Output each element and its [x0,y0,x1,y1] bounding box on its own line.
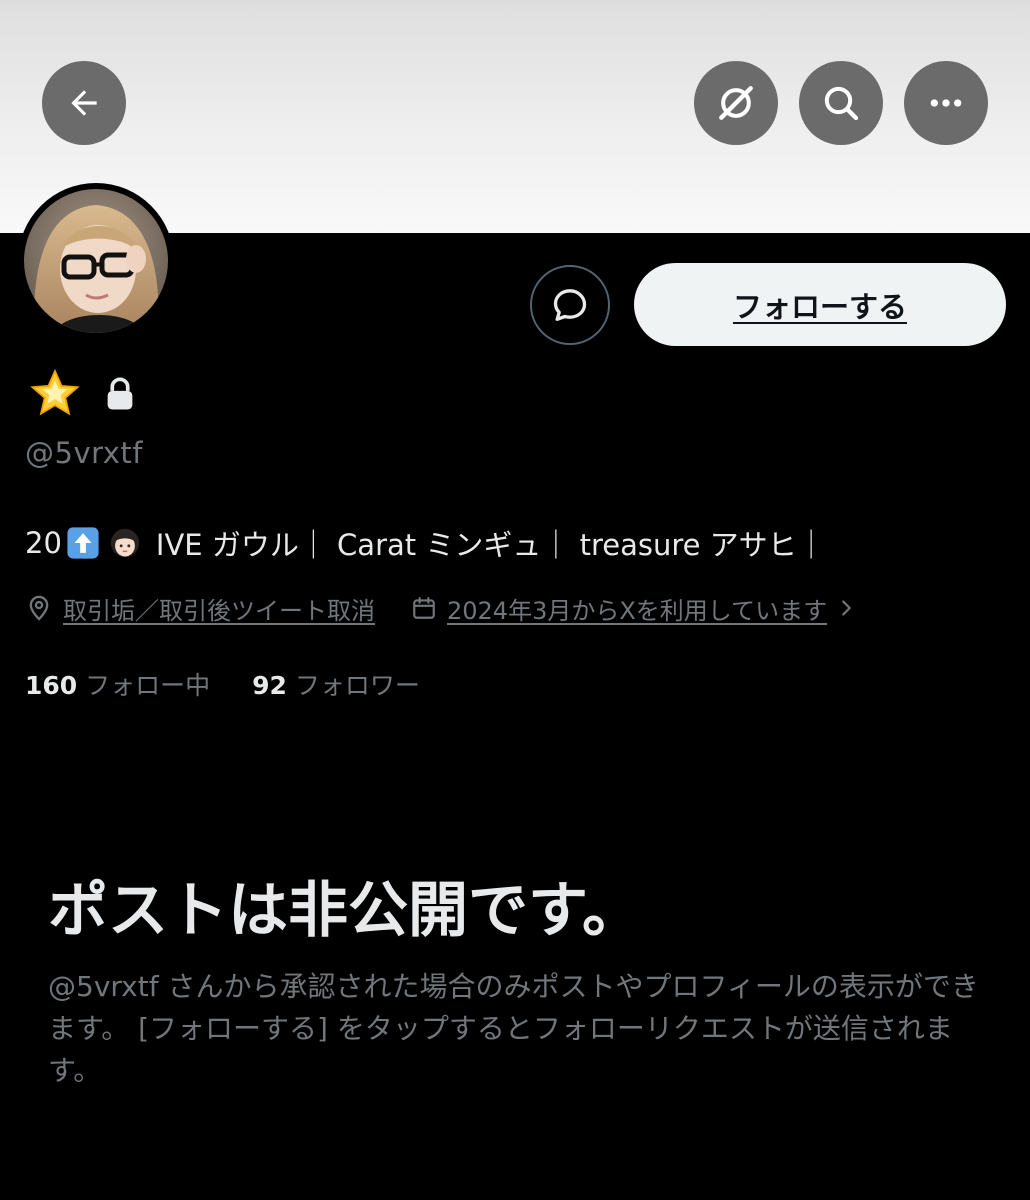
avatar-image [24,189,168,333]
search-button[interactable] [799,61,883,145]
grok-icon [719,86,753,120]
glowing-star-icon [30,368,80,416]
follow-button[interactable]: フォローする [634,263,1006,346]
following-label: フォロー中 [85,671,211,700]
more-button[interactable] [904,61,988,145]
followers-count: 92 [252,671,287,700]
private-notice-body: @5vrxtf さんから承認された場合のみポストやプロフィールの表示ができます。… [48,970,979,1087]
message-bubble-icon [553,289,587,321]
followers-stat[interactable]: 92 フォロワー [252,671,420,700]
user-handle: @5vrxtf [25,436,143,470]
back-button[interactable] [42,61,126,145]
profile-meta: 取引垢／取引後ツイート取消 2024年3月からXを利用しています [25,588,857,628]
avatar[interactable] [24,189,168,333]
up-arrow-icon [67,527,99,559]
more-horizontal-icon [930,99,962,107]
location-link[interactable]: 取引垢／取引後ツイート取消 [63,591,375,626]
avatar-frame [18,183,174,339]
follow-stats: 160 フォロー中 92 フォロワー [25,666,420,702]
joined-date-link[interactable]: 2024年3月からXを利用しています [447,591,827,626]
chevron-right-icon[interactable] [835,597,857,619]
profile-bio: 20 IVE ガウル｜ Carat ミンギュ｜ treasure アサヒ｜ [25,522,826,564]
calendar-icon [413,597,435,619]
girl-emoji-icon [110,528,140,558]
search-icon [824,86,859,121]
bio-prefix: 20 [25,526,62,560]
message-button[interactable] [530,265,610,345]
arrow-left-icon [71,90,97,116]
location-icon [29,595,49,621]
grok-button[interactable] [694,61,778,145]
following-stat[interactable]: 160 フォロー中 [25,671,218,700]
private-notice-title: ポストは非公開です。 [48,876,642,946]
bio-text: IVE ガウル｜ Carat ミンギュ｜ treasure アサヒ｜ [155,528,826,562]
followers-label: フォロワー [294,671,420,700]
lock-icon [107,377,133,410]
display-name-row [28,366,136,422]
following-count: 160 [25,671,78,700]
